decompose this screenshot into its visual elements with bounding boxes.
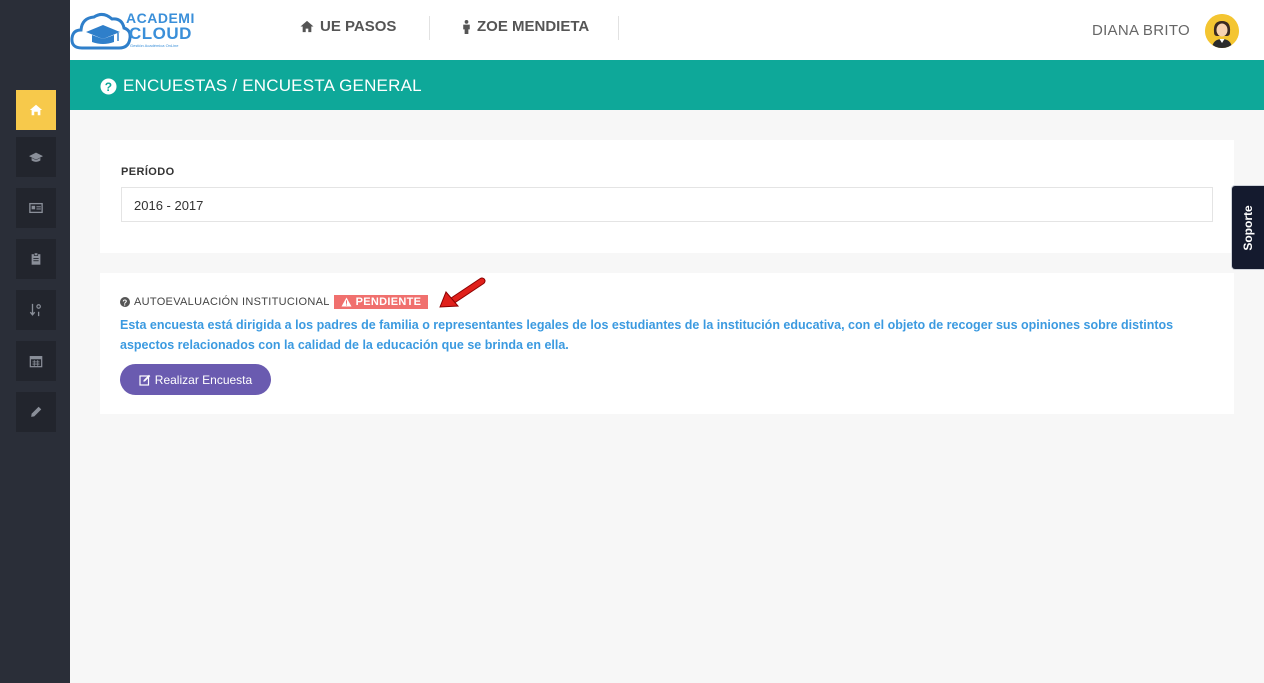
- sidebar-item-courses[interactable]: [16, 137, 56, 177]
- survey-card: ? AUTOEVALUACIÓN INSTITUCIONAL PENDIENTE…: [100, 273, 1234, 414]
- survey-description: Esta encuesta está dirigida a los padres…: [120, 318, 1174, 352]
- period-select[interactable]: 2016 - 2017: [121, 187, 1213, 222]
- user-name[interactable]: DIANA BRITO: [1092, 22, 1190, 39]
- user-icon: [463, 19, 470, 34]
- sidebar: [0, 0, 70, 683]
- logo-text-cloud: CLOUD: [129, 24, 192, 43]
- take-survey-button-label: Realizar Encuesta: [154, 372, 253, 387]
- svg-text:?: ?: [105, 80, 113, 94]
- period-card: PERÍODO 2016 - 2017: [100, 140, 1234, 253]
- sidebar-item-calendar[interactable]: [16, 341, 56, 381]
- take-survey-button[interactable]: Realizar Encuesta: [120, 364, 271, 395]
- sidebar-item-records[interactable]: [16, 188, 56, 228]
- nav-institution[interactable]: UE PASOS: [300, 18, 396, 35]
- support-tab-label: Soporte: [1241, 204, 1255, 251]
- id-card-icon: [29, 202, 43, 214]
- question-circle-icon: ?: [120, 297, 130, 307]
- warning-icon: [341, 297, 352, 307]
- support-tab[interactable]: Soporte: [1231, 185, 1264, 270]
- nav-student[interactable]: ZOE MENDIETA: [462, 18, 589, 35]
- sidebar-item-home[interactable]: [16, 90, 56, 130]
- logo-subtitle: Gestión Académica OnLine: [130, 43, 179, 48]
- page-title-bar: ? ENCUESTAS / ENCUESTA GENERAL: [70, 60, 1264, 110]
- sidebar-item-grades[interactable]: [16, 290, 56, 330]
- edit-icon: [139, 374, 151, 386]
- nav-institution-label: UE PASOS: [320, 18, 397, 35]
- nav-divider: [429, 16, 430, 40]
- survey-title: AUTOEVALUACIÓN INSTITUCIONAL: [134, 296, 330, 308]
- sort-numeric-icon: [29, 303, 41, 317]
- sidebar-item-tasks[interactable]: [16, 239, 56, 279]
- user-avatar-icon: [1205, 14, 1239, 48]
- question-circle-icon: ?: [100, 78, 117, 94]
- svg-text:?: ?: [122, 298, 127, 307]
- home-icon: [300, 20, 314, 33]
- nav-student-label: ZOE MENDIETA: [477, 18, 590, 35]
- graduation-cap-icon: [29, 152, 43, 162]
- status-badge-label: PENDIENTE: [355, 296, 422, 308]
- clipboard-icon: [31, 252, 41, 265]
- top-header: ACADEMI CLOUD Gestión Académica OnLine U…: [70, 0, 1264, 60]
- period-label: PERÍODO: [121, 166, 175, 178]
- home-icon: [29, 104, 43, 116]
- cloud-logo-icon: [70, 12, 132, 50]
- academicloud-logo[interactable]: ACADEMI CLOUD Gestión Académica OnLine: [70, 6, 195, 54]
- pencil-icon: [31, 406, 42, 417]
- red-arrow-annotation: [439, 277, 486, 308]
- sidebar-item-edit[interactable]: [16, 392, 56, 432]
- avatar[interactable]: [1205, 14, 1239, 48]
- calendar-icon: [29, 356, 43, 368]
- page-title: ? ENCUESTAS / ENCUESTA GENERAL: [100, 76, 422, 96]
- nav-divider: [618, 16, 619, 40]
- status-badge: PENDIENTE: [333, 295, 429, 309]
- survey-header: ? AUTOEVALUACIÓN INSTITUCIONAL PENDIENTE: [120, 295, 429, 309]
- page-title-text: ENCUESTAS / ENCUESTA GENERAL: [123, 76, 422, 95]
